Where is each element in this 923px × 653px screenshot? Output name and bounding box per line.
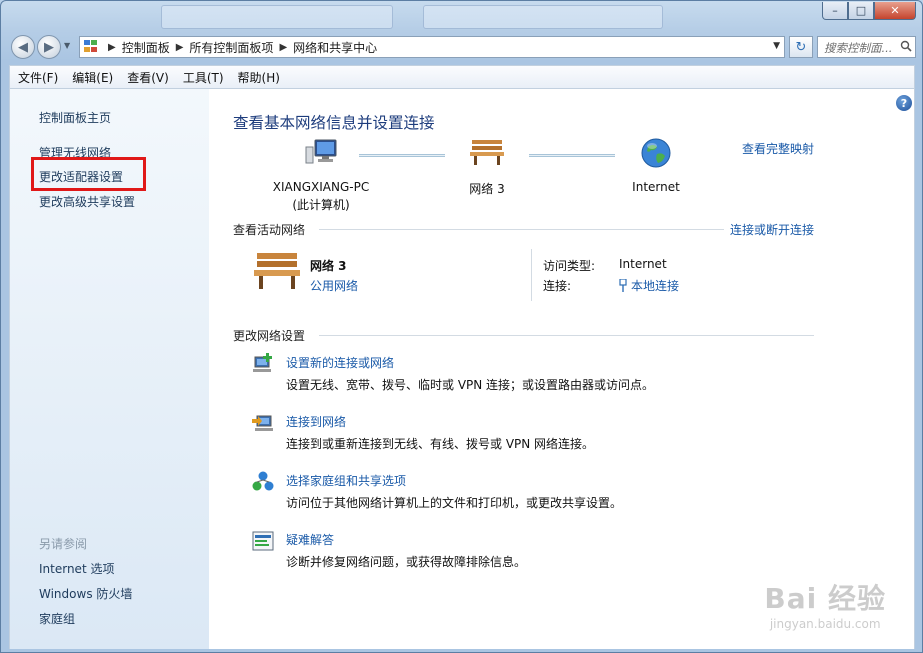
troubleshoot-icon [252, 531, 274, 551]
map-connection-line [359, 154, 445, 157]
background-tab[interactable] [161, 5, 393, 29]
menu-bar: 文件(F) 编辑(E) 查看(V) 工具(T) 帮助(H) [9, 65, 915, 89]
breadcrumb-separator[interactable]: ▶ [176, 42, 184, 53]
window-frame: – □ ✕ ◀ ▶ ▼ ▶ 控制面板 ▶ 所有控制面板项 ▶ 网络和共享中心 ▼… [0, 0, 923, 653]
task-connect-network-desc: 连接到或重新连接到无线、有线、拨号或 VPN 网络连接。 [286, 437, 595, 451]
view-full-map-link[interactable]: 查看完整映射 [742, 140, 814, 157]
search-input[interactable]: 搜索控制面... [817, 36, 916, 58]
highlight-annotation [31, 157, 146, 191]
sidebar-item-firewall[interactable]: Windows 防火墙 [39, 585, 132, 602]
caption-buttons: – □ ✕ [822, 2, 916, 20]
sidebar-item-control-panel-home[interactable]: 控制面板主页 [39, 109, 111, 126]
access-type-label: 访问类型: [543, 259, 596, 273]
task-homegroup-link[interactable]: 选择家庭组和共享选项 [286, 472, 406, 489]
menu-help[interactable]: 帮助(H) [238, 69, 280, 86]
refresh-icon: ↻ [795, 39, 807, 55]
map-node-computer[interactable]: XIANGXIANG-PC (此计算机) [261, 137, 381, 213]
page-title: 查看基本网络信息并设置连接 [233, 114, 435, 132]
search-placeholder: 搜索控制面... [824, 41, 893, 55]
task-setup-connection-desc: 设置无线、宽带、拨号、临时或 VPN 连接；或设置路由器或访问点。 [286, 378, 655, 392]
task-connect-network-link[interactable]: 连接到网络 [286, 413, 346, 430]
computer-icon [305, 139, 337, 164]
menu-file[interactable]: 文件(F) [18, 69, 58, 86]
breadcrumb-separator[interactable]: ▶ [279, 42, 287, 53]
menu-tools[interactable]: 工具(T) [183, 69, 224, 86]
map-connection-line [529, 154, 615, 157]
watermark-url: jingyan.baidu.com [769, 617, 881, 631]
section-divider [319, 335, 814, 336]
task-troubleshoot-desc: 诊断并修复网络问题，或获得故障排除信息。 [286, 555, 527, 569]
background-window-tabs [161, 5, 681, 31]
active-network-type-link[interactable]: 公用网络 [310, 277, 358, 294]
section-active-networks: 查看活动网络 [233, 223, 306, 237]
arrow-right-icon: ▶ [44, 39, 54, 55]
computer-name: XIANGXIANG-PC [272, 180, 370, 194]
minimize-button[interactable]: – [822, 2, 848, 20]
vertical-divider [531, 249, 532, 301]
connect-disconnect-link[interactable]: 连接或断开连接 [730, 221, 814, 238]
address-bar[interactable]: ▶ 控制面板 ▶ 所有控制面板项 ▶ 网络和共享中心 ▼ [79, 36, 785, 58]
menu-edit[interactable]: 编辑(E) [72, 69, 113, 86]
section-change-settings: 更改网络设置 [233, 329, 306, 343]
task-troubleshoot-link[interactable]: 疑难解答 [286, 531, 334, 548]
bench-icon [470, 140, 504, 165]
task-setup-connection-link[interactable]: 设置新的连接或网络 [286, 354, 394, 371]
main-panel: ? 查看基本网络信息并设置连接 查看完整映射 XIANGXIANG-PC (此计… [209, 89, 916, 649]
new-connection-icon [253, 353, 272, 372]
access-type-value: Internet [619, 257, 667, 271]
connection-label: 连接: [543, 279, 572, 293]
help-icon[interactable]: ? [896, 95, 912, 111]
task-homegroup-desc: 访问位于其他网络计算机上的文件和打印机，或更改共享设置。 [286, 496, 623, 510]
connection-value: 本地连接 [631, 279, 680, 293]
recent-pages-dropdown[interactable]: ▼ [64, 41, 70, 50]
bench-icon [254, 253, 300, 289]
close-button[interactable]: ✕ [874, 2, 916, 20]
active-network-name: 网络 3 [310, 259, 347, 273]
menu-view[interactable]: 查看(V) [127, 69, 169, 86]
baidu-watermark: Bai 经验 jingyan.baidu.com [764, 577, 886, 631]
content-area: 控制面板主页 管理无线网络 更改适配器设置 更改高级共享设置 另请参阅 Inte… [9, 89, 915, 649]
map-node-network[interactable]: 网络 3 [452, 137, 522, 197]
homegroup-icon [252, 471, 274, 491]
globe-icon [641, 138, 671, 168]
computer-subtitle: (此计算机) [292, 198, 350, 212]
control-panel-icon [84, 40, 102, 54]
ethernet-icon [619, 278, 627, 292]
map-network-name: 网络 3 [469, 182, 505, 196]
breadcrumb-all-items[interactable]: 所有控制面板项 [189, 39, 273, 56]
connection-link[interactable]: 本地连接 [619, 277, 679, 294]
address-history-dropdown[interactable]: ▼ [773, 41, 780, 51]
breadcrumb-network-center[interactable]: 网络和共享中心 [293, 39, 377, 56]
forward-button[interactable]: ▶ [37, 35, 61, 59]
maximize-button[interactable]: □ [848, 2, 874, 20]
back-button[interactable]: ◀ [11, 35, 35, 59]
connect-network-icon [252, 415, 273, 431]
section-divider [319, 229, 724, 230]
see-also-title: 另请参阅 [39, 537, 88, 551]
background-tab[interactable] [423, 5, 663, 29]
map-internet-label: Internet [632, 180, 680, 194]
sidebar-item-advanced-sharing[interactable]: 更改高级共享设置 [39, 193, 135, 210]
sidebar-item-internet-options[interactable]: Internet 选项 [39, 560, 114, 577]
breadcrumb-separator[interactable]: ▶ [108, 42, 116, 53]
address-row: ◀ ▶ ▼ ▶ 控制面板 ▶ 所有控制面板项 ▶ 网络和共享中心 ▼ ↻ 搜索控… [9, 33, 916, 61]
sidebar: 控制面板主页 管理无线网络 更改适配器设置 更改高级共享设置 另请参阅 Inte… [10, 89, 209, 649]
sidebar-item-homegroup[interactable]: 家庭组 [39, 610, 75, 627]
search-icon [900, 40, 912, 52]
refresh-button[interactable]: ↻ [789, 36, 813, 58]
map-node-internet[interactable]: Internet [621, 137, 691, 194]
breadcrumb-control-panel[interactable]: 控制面板 [122, 39, 170, 56]
watermark-logo: Bai 经验 [764, 582, 886, 615]
arrow-left-icon: ◀ [18, 39, 28, 55]
